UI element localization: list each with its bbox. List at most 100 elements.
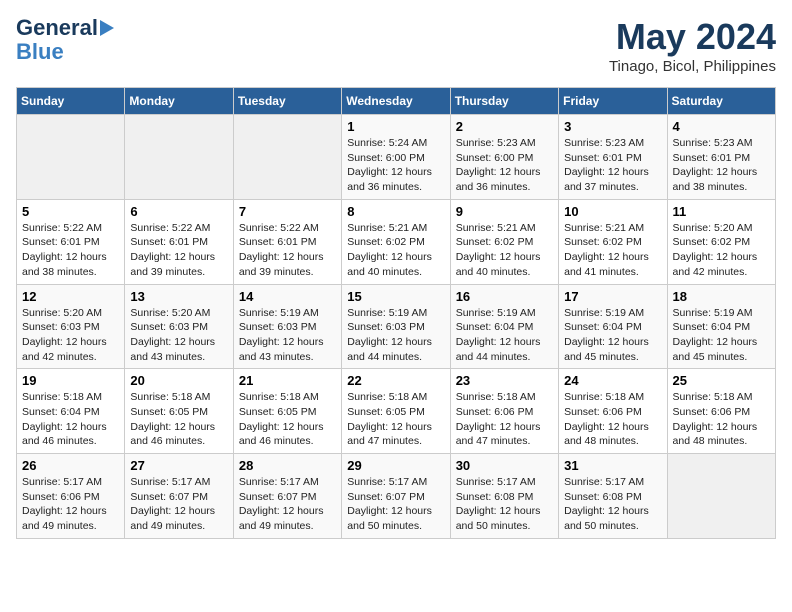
calendar-cell: 17 Sunrise: 5:19 AMSunset: 6:04 PMDayligh…: [559, 284, 667, 369]
calendar-cell: 19 Sunrise: 5:18 AMSunset: 6:04 PMDayligh…: [17, 369, 125, 454]
cell-sun-info: Sunrise: 5:17 AMSunset: 6:08 PMDaylight:…: [456, 475, 553, 534]
calendar-cell: [233, 115, 341, 200]
cell-sun-info: Sunrise: 5:22 AMSunset: 6:01 PMDaylight:…: [22, 221, 119, 280]
cell-day-number: 9: [456, 204, 553, 219]
cell-day-number: 4: [673, 119, 770, 134]
calendar-cell: 30 Sunrise: 5:17 AMSunset: 6:08 PMDayligh…: [450, 454, 558, 539]
cell-sun-info: Sunrise: 5:17 AMSunset: 6:07 PMDaylight:…: [130, 475, 227, 534]
title-block: May 2024 Tinago, Bicol, Philippines: [609, 16, 776, 75]
cell-day-number: 1: [347, 119, 444, 134]
cell-sun-info: Sunrise: 5:17 AMSunset: 6:08 PMDaylight:…: [564, 475, 661, 534]
cell-day-number: 26: [22, 458, 119, 473]
cell-day-number: 21: [239, 373, 336, 388]
cell-sun-info: Sunrise: 5:18 AMSunset: 6:05 PMDaylight:…: [239, 390, 336, 449]
logo: General Blue: [16, 16, 114, 64]
cell-sun-info: Sunrise: 5:18 AMSunset: 6:06 PMDaylight:…: [564, 390, 661, 449]
weekday-header-sunday: Sunday: [17, 88, 125, 115]
cell-day-number: 20: [130, 373, 227, 388]
cell-day-number: 8: [347, 204, 444, 219]
cell-sun-info: Sunrise: 5:19 AMSunset: 6:04 PMDaylight:…: [564, 306, 661, 365]
cell-day-number: 10: [564, 204, 661, 219]
cell-day-number: 25: [673, 373, 770, 388]
calendar-cell: 12 Sunrise: 5:20 AMSunset: 6:03 PMDayligh…: [17, 284, 125, 369]
cell-day-number: 24: [564, 373, 661, 388]
cell-day-number: 16: [456, 289, 553, 304]
calendar-table: SundayMondayTuesdayWednesdayThursdayFrid…: [16, 87, 776, 539]
logo-arrow-icon: [100, 20, 114, 36]
calendar-week-2: 5 Sunrise: 5:22 AMSunset: 6:01 PMDaylight…: [17, 199, 776, 284]
calendar-cell: 26 Sunrise: 5:17 AMSunset: 6:06 PMDayligh…: [17, 454, 125, 539]
calendar-cell: 29 Sunrise: 5:17 AMSunset: 6:07 PMDayligh…: [342, 454, 450, 539]
cell-day-number: 13: [130, 289, 227, 304]
calendar-cell: 21 Sunrise: 5:18 AMSunset: 6:05 PMDayligh…: [233, 369, 341, 454]
month-year-title: May 2024: [609, 16, 776, 58]
cell-sun-info: Sunrise: 5:23 AMSunset: 6:00 PMDaylight:…: [456, 136, 553, 195]
cell-day-number: 6: [130, 204, 227, 219]
cell-day-number: 14: [239, 289, 336, 304]
calendar-cell: [667, 454, 775, 539]
calendar-cell: 27 Sunrise: 5:17 AMSunset: 6:07 PMDayligh…: [125, 454, 233, 539]
cell-sun-info: Sunrise: 5:17 AMSunset: 6:06 PMDaylight:…: [22, 475, 119, 534]
calendar-cell: 13Sunrise: 5:20 AMSunset: 6:03 PMDayligh…: [125, 284, 233, 369]
cell-day-number: 29: [347, 458, 444, 473]
calendar-cell: 11 Sunrise: 5:20 AMSunset: 6:02 PMDayligh…: [667, 199, 775, 284]
cell-sun-info: Sunrise: 5:19 AMSunset: 6:04 PMDaylight:…: [456, 306, 553, 365]
calendar-cell: 28 Sunrise: 5:17 AMSunset: 6:07 PMDayligh…: [233, 454, 341, 539]
cell-day-number: 3: [564, 119, 661, 134]
calendar-cell: 20Sunrise: 5:18 AMSunset: 6:05 PMDayligh…: [125, 369, 233, 454]
calendar-cell: 9Sunrise: 5:21 AMSunset: 6:02 PMDaylight…: [450, 199, 558, 284]
calendar-cell: 31 Sunrise: 5:17 AMSunset: 6:08 PMDayligh…: [559, 454, 667, 539]
calendar-cell: 3 Sunrise: 5:23 AMSunset: 6:01 PMDaylight…: [559, 115, 667, 200]
cell-sun-info: Sunrise: 5:24 AMSunset: 6:00 PMDaylight:…: [347, 136, 444, 195]
cell-day-number: 31: [564, 458, 661, 473]
calendar-week-5: 26 Sunrise: 5:17 AMSunset: 6:06 PMDayligh…: [17, 454, 776, 539]
cell-day-number: 27: [130, 458, 227, 473]
calendar-cell: 16 Sunrise: 5:19 AMSunset: 6:04 PMDayligh…: [450, 284, 558, 369]
cell-sun-info: Sunrise: 5:22 AMSunset: 6:01 PMDaylight:…: [130, 221, 227, 280]
cell-day-number: 22: [347, 373, 444, 388]
cell-day-number: 5: [22, 204, 119, 219]
cell-sun-info: Sunrise: 5:18 AMSunset: 6:04 PMDaylight:…: [22, 390, 119, 449]
cell-sun-info: Sunrise: 5:19 AMSunset: 6:03 PMDaylight:…: [347, 306, 444, 365]
cell-sun-info: Sunrise: 5:19 AMSunset: 6:03 PMDaylight:…: [239, 306, 336, 365]
calendar-cell: 15 Sunrise: 5:19 AMSunset: 6:03 PMDayligh…: [342, 284, 450, 369]
weekday-header-tuesday: Tuesday: [233, 88, 341, 115]
cell-day-number: 7: [239, 204, 336, 219]
cell-sun-info: Sunrise: 5:21 AMSunset: 6:02 PMDaylight:…: [347, 221, 444, 280]
weekday-header-monday: Monday: [125, 88, 233, 115]
calendar-header-row: SundayMondayTuesdayWednesdayThursdayFrid…: [17, 88, 776, 115]
cell-sun-info: Sunrise: 5:21 AMSunset: 6:02 PMDaylight:…: [564, 221, 661, 280]
cell-sun-info: Sunrise: 5:19 AMSunset: 6:04 PMDaylight:…: [673, 306, 770, 365]
weekday-header-thursday: Thursday: [450, 88, 558, 115]
cell-day-number: 18: [673, 289, 770, 304]
calendar-cell: [125, 115, 233, 200]
cell-sun-info: Sunrise: 5:18 AMSunset: 6:06 PMDaylight:…: [456, 390, 553, 449]
cell-day-number: 23: [456, 373, 553, 388]
calendar-cell: 14 Sunrise: 5:19 AMSunset: 6:03 PMDayligh…: [233, 284, 341, 369]
calendar-cell: 24 Sunrise: 5:18 AMSunset: 6:06 PMDayligh…: [559, 369, 667, 454]
cell-day-number: 19: [22, 373, 119, 388]
calendar-cell: 5 Sunrise: 5:22 AMSunset: 6:01 PMDaylight…: [17, 199, 125, 284]
calendar-cell: 18 Sunrise: 5:19 AMSunset: 6:04 PMDayligh…: [667, 284, 775, 369]
cell-sun-info: Sunrise: 5:23 AMSunset: 6:01 PMDaylight:…: [673, 136, 770, 195]
weekday-header-friday: Friday: [559, 88, 667, 115]
cell-day-number: 30: [456, 458, 553, 473]
cell-day-number: 15: [347, 289, 444, 304]
calendar-cell: 25Sunrise: 5:18 AMSunset: 6:06 PMDayligh…: [667, 369, 775, 454]
cell-sun-info: Sunrise: 5:20 AMSunset: 6:03 PMDaylight:…: [22, 306, 119, 365]
cell-sun-info: Sunrise: 5:23 AMSunset: 6:01 PMDaylight:…: [564, 136, 661, 195]
calendar-week-4: 19 Sunrise: 5:18 AMSunset: 6:04 PMDayligh…: [17, 369, 776, 454]
cell-sun-info: Sunrise: 5:20 AMSunset: 6:02 PMDaylight:…: [673, 221, 770, 280]
cell-day-number: 2: [456, 119, 553, 134]
cell-day-number: 11: [673, 204, 770, 219]
calendar-cell: 2 Sunrise: 5:23 AMSunset: 6:00 PMDaylight…: [450, 115, 558, 200]
cell-day-number: 12: [22, 289, 119, 304]
cell-sun-info: Sunrise: 5:17 AMSunset: 6:07 PMDaylight:…: [347, 475, 444, 534]
calendar-cell: 1 Sunrise: 5:24 AMSunset: 6:00 PMDaylight…: [342, 115, 450, 200]
cell-sun-info: Sunrise: 5:17 AMSunset: 6:07 PMDaylight:…: [239, 475, 336, 534]
calendar-cell: 7Sunrise: 5:22 AMSunset: 6:01 PMDaylight…: [233, 199, 341, 284]
calendar-cell: 4 Sunrise: 5:23 AMSunset: 6:01 PMDaylight…: [667, 115, 775, 200]
cell-day-number: 17: [564, 289, 661, 304]
cell-day-number: 28: [239, 458, 336, 473]
location-subtitle: Tinago, Bicol, Philippines: [609, 58, 776, 75]
